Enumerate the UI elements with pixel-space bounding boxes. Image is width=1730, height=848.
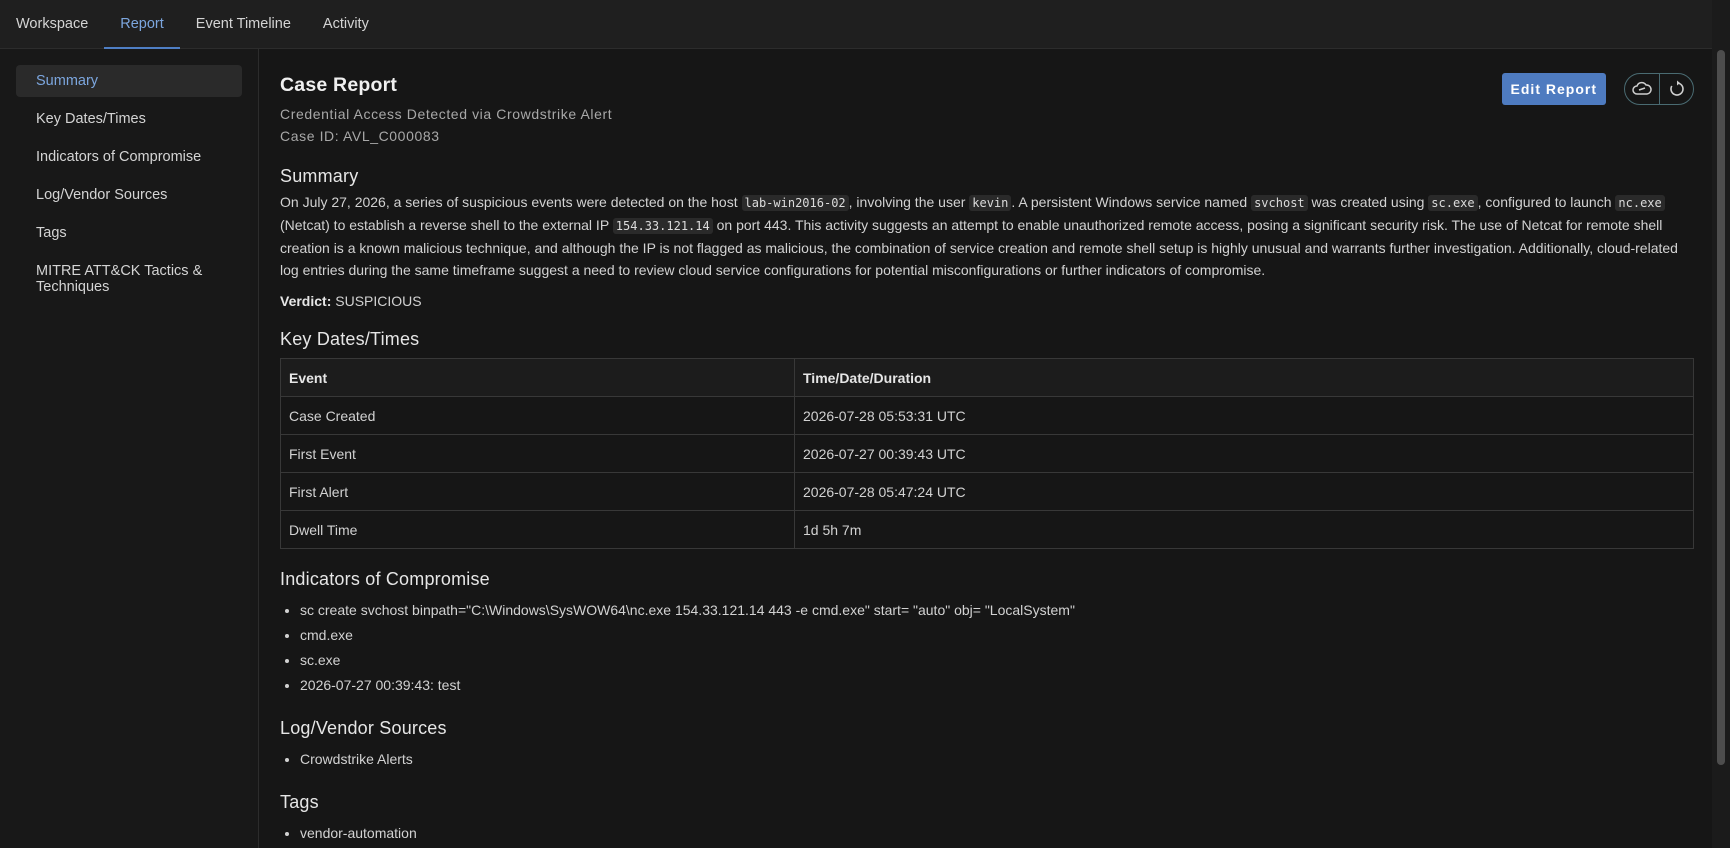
iocs-list: sc create svchost binpath="C:\Windows\Sy… [280,598,1694,698]
table-header-row: Event Time/Date/Duration [280,358,1694,397]
table-cell: 2026-07-27 00:39:43 UTC [794,434,1694,473]
table-row: First Alert 2026-07-28 05:47:24 UTC [280,472,1694,511]
list-item: vendor-automation [300,821,1694,846]
summary-heading: Summary [280,166,359,186]
top-tab-bar: Workspace Report Event Timeline Activity [0,0,1712,49]
verdict-value: SUSPICIOUS [335,293,422,309]
verdict: Verdict: SUSPICIOUS [280,293,1694,309]
column-header-event: Event [280,358,795,397]
tool-code: sc.exe [1428,195,1478,211]
host-code: lab-win2016-02 [741,195,849,211]
cloud-link-icon[interactable] [1625,74,1659,104]
table-row: Case Created 2026-07-28 05:53:31 UTC [280,396,1694,435]
sidebar-item-log-sources[interactable]: Log/Vendor Sources [16,179,242,211]
service-code: svchost [1251,195,1308,211]
report-title: Case Report [280,74,398,96]
scrollbar-thumb[interactable] [1717,50,1725,765]
report-subtitle: Credential Access Detected via Crowdstri… [280,106,613,122]
user-code: kevin [969,195,1012,211]
log-sources-heading: Log/Vendor Sources [280,718,447,738]
key-dates-heading: Key Dates/Times [280,329,420,349]
sidebar-item-iocs[interactable]: Indicators of Compromise [16,141,242,173]
list-item: sc create svchost binpath="C:\Windows\Sy… [300,598,1694,623]
list-item: cmd.exe [300,623,1694,648]
case-id: Case ID: AVL_C000083 [280,128,440,144]
table-cell: 1d 5h 7m [794,510,1694,549]
edit-report-button[interactable]: Edit Report [1501,73,1606,105]
list-item: sc.exe [300,648,1694,673]
report-content: Edit Report Case Report Credential Acces… [280,49,1694,848]
report-sidebar: Summary Key Dates/Times Indicators of Co… [0,49,259,848]
table-cell: 2026-07-28 05:47:24 UTC [794,472,1694,511]
refresh-icon[interactable] [1659,74,1693,104]
tab-workspace[interactable]: Workspace [0,0,104,48]
tab-event-timeline[interactable]: Event Timeline [180,0,307,48]
tags-list: vendor-automation crowdstrike [280,821,1694,848]
list-item: Crowdstrike Alerts [300,747,1694,772]
table-row: Dwell Time 1d 5h 7m [280,510,1694,549]
tab-activity[interactable]: Activity [307,0,385,48]
verdict-label: Verdict: [280,293,332,309]
table-cell: First Event [280,434,795,473]
report-actions: Edit Report [1501,73,1694,105]
table-cell: Case Created [280,396,795,435]
sidebar-item-mitre[interactable]: MITRE ATT&CK Tactics & Techniques [16,255,242,303]
sidebar-item-tags[interactable]: Tags [16,217,242,249]
page-scrollbar[interactable] [1712,0,1730,848]
log-sources-list: Crowdstrike Alerts [280,747,1694,772]
tab-report[interactable]: Report [104,0,180,49]
ip-code: 154.33.121.14 [612,218,713,234]
table-cell: First Alert [280,472,795,511]
table-row: First Event 2026-07-27 00:39:43 UTC [280,434,1694,473]
summary-paragraph: On July 27, 2026, a series of suspicious… [280,194,1678,278]
column-header-time: Time/Date/Duration [794,358,1694,397]
table-cell: Dwell Time [280,510,795,549]
tags-heading: Tags [280,792,319,812]
key-dates-table: Event Time/Date/Duration Case Created 20… [280,358,1694,549]
iocs-heading: Indicators of Compromise [280,569,490,589]
icon-button-group [1624,73,1694,105]
sidebar-item-key-dates[interactable]: Key Dates/Times [16,103,242,135]
binary-code: nc.exe [1615,195,1665,211]
list-item: 2026-07-27 00:39:43: test [300,673,1694,698]
sidebar-item-summary[interactable]: Summary [16,65,242,97]
table-cell: 2026-07-28 05:53:31 UTC [794,396,1694,435]
